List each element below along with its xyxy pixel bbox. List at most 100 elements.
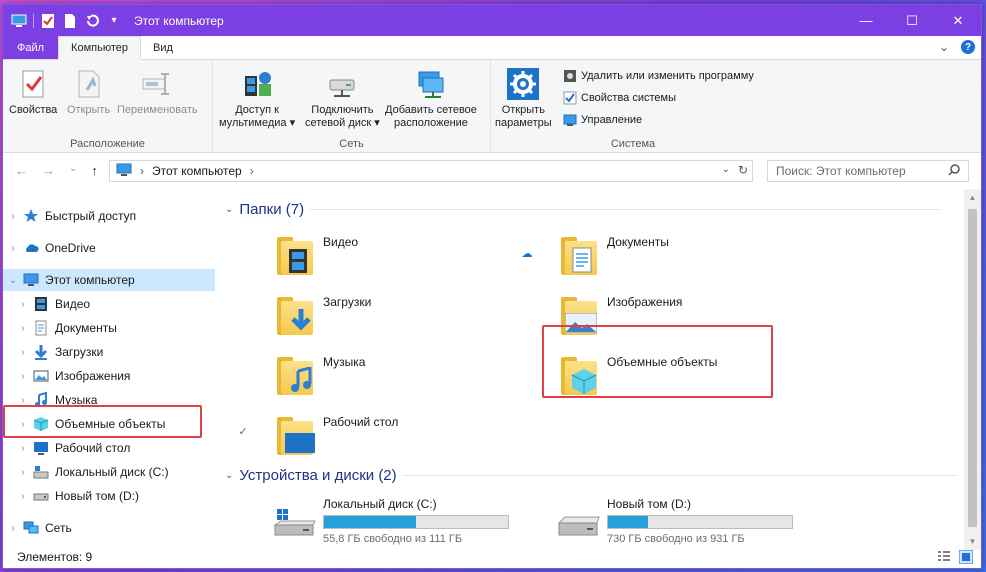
help-icon[interactable]: ?	[961, 40, 975, 54]
nav-item-desktop[interactable]: › Рабочий стол	[3, 437, 215, 459]
nav-item-new-volume-d[interactable]: › Новый том (D:)	[3, 485, 215, 507]
path-end-chevron[interactable]: ›	[250, 164, 254, 178]
devices-section-header[interactable]: ⌄ Устройства и диски (2)	[225, 467, 958, 484]
scroll-up-arrow-icon[interactable]: ▲	[964, 189, 981, 206]
properties-button[interactable]: Свойства	[9, 68, 57, 117]
back-button[interactable]: ←	[15, 163, 28, 178]
add-location-label-1: Добавить сетевое	[385, 104, 477, 116]
nav-item-quick-access[interactable]: › Быстрый доступ	[3, 205, 215, 227]
ribbon-group-location: Свойства Открыть Переименовать Расположе…	[3, 60, 213, 153]
chevron-right-icon[interactable]: ›	[13, 443, 33, 454]
documents-folder-icon	[557, 231, 601, 279]
drive-tile-c[interactable]: Локальный диск (C:) 55,8 ГБ свободно из …	[273, 497, 533, 547]
quick-access-toolbar: ▾	[3, 13, 122, 29]
chevron-right-icon[interactable]: ›	[13, 371, 33, 382]
up-button[interactable]: ↑	[91, 163, 98, 178]
drive-tile-d[interactable]: Новый том (D:) 730 ГБ свободно из 931 ГБ	[557, 497, 817, 547]
address-dropdown-icon[interactable]: ⌄	[722, 164, 730, 175]
minimize-button[interactable]: —	[843, 5, 889, 36]
nav-item-local-disk-c[interactable]: › Локальный диск (C:)	[3, 461, 215, 483]
folder-tile-documents[interactable]: Документы	[557, 231, 817, 287]
chevron-down-icon[interactable]: ⌄	[225, 204, 233, 215]
group-label-system: Система	[610, 138, 656, 150]
chevron-down-icon[interactable]: ⌄	[3, 275, 23, 286]
qat-dropdown[interactable]: ▾	[106, 13, 122, 29]
highlight-box-nav-3d-objects	[3, 405, 202, 438]
manage-icon	[563, 113, 577, 127]
nav-item-this-pc[interactable]: ⌄ Этот компьютер	[3, 269, 215, 291]
search-icon	[948, 164, 960, 176]
nav-label-new-volume-d: Новый том (D:)	[55, 489, 139, 503]
undo-icon[interactable]	[84, 13, 100, 29]
chevron-down-icon[interactable]: ⌄	[225, 470, 233, 481]
settings-gear-icon	[507, 68, 540, 100]
open-icon	[73, 68, 105, 100]
folder-label-desktop: Рабочий стол	[323, 415, 399, 429]
folder-tile-downloads[interactable]: Загрузки	[273, 291, 533, 347]
folder-tile-music[interactable]: Музыка	[273, 351, 533, 407]
tiles-view-icon[interactable]	[958, 549, 974, 565]
nav-item-documents[interactable]: › Документы	[3, 317, 215, 339]
chevron-right-icon[interactable]: ›	[13, 395, 33, 406]
search-input[interactable]: Поиск: Этот компьютер	[767, 160, 969, 182]
recent-locations-button[interactable]: ⌄	[69, 163, 77, 178]
address-bar[interactable]: › Этот компьютер › ⌄ ↻	[109, 160, 753, 182]
close-button[interactable]: ✕	[935, 5, 981, 36]
rename-button[interactable]: Переименовать	[117, 68, 198, 117]
media-access-button[interactable]: Доступ к мультимедиа ▾	[219, 68, 295, 130]
system-properties-button[interactable]: Свойства системы	[563, 90, 754, 106]
map-drive-button[interactable]: Подключить сетевой диск ▾	[305, 68, 380, 130]
nav-label-local-disk-c: Локальный диск (C:)	[55, 465, 169, 479]
drive-icon	[33, 488, 49, 504]
add-network-location-button[interactable]: Добавить сетевое расположение	[385, 68, 477, 130]
open-settings-button[interactable]: Открыть параметры	[495, 68, 552, 130]
vertical-scrollbar[interactable]: ▲ ▼	[964, 189, 981, 550]
folder-tile-desktop[interactable]: Рабочий стол	[273, 411, 533, 467]
group-label-location: Расположение	[70, 138, 145, 150]
chevron-right-icon[interactable]: ›	[13, 467, 33, 478]
maximize-button[interactable]: ☐	[889, 5, 935, 36]
forward-button[interactable]: →	[42, 163, 55, 178]
tab-file[interactable]: Файл	[3, 36, 59, 59]
breadcrumb-this-pc[interactable]: Этот компьютер	[152, 164, 242, 178]
nav-item-downloads[interactable]: › Загрузки	[3, 341, 215, 363]
nav-item-network[interactable]: › Сеть	[3, 517, 215, 539]
chevron-right-icon[interactable]: ›	[13, 491, 33, 502]
window-title: Этот компьютер	[134, 13, 224, 28]
nav-label-quick-access: Быстрый доступ	[45, 209, 137, 223]
tab-view[interactable]: Вид	[141, 36, 185, 59]
new-folder-icon[interactable]	[62, 13, 78, 29]
nav-label-videos: Видео	[55, 297, 91, 311]
chevron-right-icon[interactable]: ›	[3, 523, 23, 534]
chevron-right-icon[interactable]: ›	[13, 347, 33, 358]
properties-check-icon[interactable]	[40, 13, 56, 29]
manage-button[interactable]: Управление	[563, 112, 754, 128]
chevron-right-icon[interactable]: ›	[13, 299, 33, 310]
folders-section-header[interactable]: ⌄ Папки (7)	[225, 201, 941, 218]
media-access-label-1: Доступ к	[235, 104, 279, 116]
system-drive-icon	[33, 464, 49, 480]
chevron-right-icon[interactable]: ›	[3, 243, 23, 254]
network-icon	[23, 520, 39, 536]
open-button[interactable]: Открыть	[67, 68, 110, 117]
folder-tile-videos[interactable]: Видео	[273, 231, 533, 287]
details-view-icon[interactable]	[937, 550, 951, 564]
chevron-right-icon[interactable]: ›	[3, 211, 23, 222]
tab-computer[interactable]: Компьютер	[58, 36, 141, 60]
chevron-right-icon[interactable]: ›	[13, 323, 33, 334]
nav-item-pictures[interactable]: › Изображения	[3, 365, 215, 387]
computer-icon[interactable]	[11, 13, 27, 29]
drive-usage-fill-d	[608, 516, 649, 528]
ribbon-collapse-chevron-icon[interactable]: ⌄	[939, 40, 949, 54]
path-separator[interactable]: ›	[140, 164, 144, 178]
refresh-icon[interactable]: ↻	[738, 163, 748, 177]
scroll-thumb[interactable]	[968, 209, 977, 527]
navigation-pane: › Быстрый доступ › OneDrive ⌄ Этот компь…	[3, 195, 215, 550]
nav-item-videos[interactable]: › Видео	[3, 293, 215, 315]
uninstall-program-button[interactable]: Удалить или изменить программу	[563, 68, 754, 84]
network-drive-icon	[326, 68, 358, 100]
nav-label-network: Сеть	[45, 521, 72, 535]
nav-label-desktop: Рабочий стол	[55, 441, 131, 455]
folder-label-videos: Видео	[323, 235, 359, 249]
nav-item-onedrive[interactable]: › OneDrive	[3, 237, 215, 259]
